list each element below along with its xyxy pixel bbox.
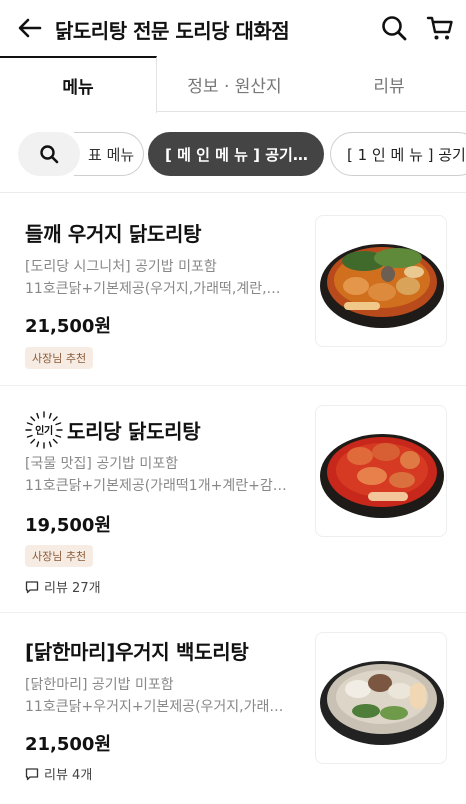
speech-bubble-icon	[25, 580, 39, 593]
menu-item[interactable]: 인기 도리당 닭도리탕 [국물 맛집] 공기밥 미포함 11호큰닭+기본제공(가…	[0, 387, 466, 613]
category-chip-bar[interactable]: ⁣표 메뉴 [ 메 인 메 뉴 ] 공기… [ 1 인 메 뉴 ] 공기	[0, 113, 466, 193]
speech-bubble-icon	[25, 767, 39, 780]
menu-item-description: [도리당 시그니처] 공기밥 미포함	[25, 259, 217, 275]
store-tabs: 메뉴 정보 · 원산지 리뷰	[0, 56, 466, 113]
food-photo	[320, 661, 444, 745]
search-icon	[40, 145, 59, 164]
owner-recommend-badge: 사장님 추천	[25, 347, 94, 369]
menu-item-photo	[315, 405, 447, 537]
category-chip-label: [ 메 인 메 뉴 ] 공기…	[165, 145, 308, 164]
review-count-label: 리뷰 27개	[44, 581, 101, 596]
food-photo	[320, 434, 444, 518]
menu-item-description: 11호큰닭+기본제공(가래떡1개+계란+감…	[25, 478, 287, 494]
menu-item-description: 11호큰닭+기본제공(우거지,가래떡,계란,…	[25, 281, 281, 297]
menu-item-name-text: 도리당 닭도리탕	[67, 419, 201, 444]
top-app-bar: 닭도리탕 전문 도리당 대화점	[0, 0, 466, 56]
review-count[interactable]: 리뷰 27개	[25, 577, 101, 596]
category-chip-representative[interactable]: ⁣표 메뉴	[74, 132, 144, 176]
cart-icon[interactable]	[426, 14, 454, 42]
tab-menu[interactable]: 메뉴	[0, 56, 157, 113]
menu-item-description: [닭한마리] 공기밥 미포함	[25, 677, 174, 693]
menu-item[interactable]: [닭한마리]우거지 백도리탕 [닭한마리] 공기밥 미포함 11호큰닭+우거지+…	[0, 614, 466, 804]
menu-item-price: 19,500원	[25, 515, 112, 536]
category-chip-label: [ 1 인 메 뉴 ] 공기	[347, 145, 466, 164]
review-count-label: 리뷰 4개	[44, 768, 93, 783]
menu-item-description: 11호큰닭+우거지+기본제공(우거지,가래…	[25, 699, 284, 715]
review-count[interactable]: 리뷰 4개	[25, 764, 92, 783]
food-photo	[320, 244, 444, 328]
menu-item-name: 인기 도리당 닭도리탕	[25, 411, 201, 449]
menu-item-price: 21,500원	[25, 734, 112, 755]
owner-recommend-badge: 사장님 추천	[25, 545, 94, 567]
menu-item-photo	[315, 632, 447, 764]
menu-item-description: [국물 맛집] 공기밥 미포함	[25, 456, 179, 472]
popular-badge-icon: 인기	[25, 411, 63, 449]
menu-item-photo	[315, 215, 447, 347]
tab-info-origin[interactable]: 정보 · 원산지	[157, 56, 312, 112]
menu-item-name: 들깨 우거지 닭도리탕	[25, 222, 202, 246]
category-chip-single[interactable]: [ 1 인 메 뉴 ] 공기	[330, 132, 466, 176]
menu-item[interactable]: 들깨 우거지 닭도리탕 [도리당 시그니처] 공기밥 미포함 11호큰닭+기본제…	[0, 194, 466, 386]
category-chip-label: ⁣표 메뉴	[88, 145, 135, 164]
tab-reviews[interactable]: 리뷰	[312, 56, 466, 112]
menu-item-name: [닭한마리]우거지 백도리탕	[25, 640, 249, 664]
popular-badge-label: 인기	[35, 424, 53, 437]
search-icon[interactable]	[380, 14, 408, 42]
menu-search-button[interactable]	[18, 132, 80, 176]
category-chip-main[interactable]: [ 메 인 메 뉴 ] 공기…	[148, 132, 324, 176]
store-title: 닭도리탕 전문 도리당 대화점	[55, 19, 290, 43]
menu-item-price: 21,500원	[25, 316, 112, 337]
back-arrow-icon[interactable]	[16, 14, 44, 42]
